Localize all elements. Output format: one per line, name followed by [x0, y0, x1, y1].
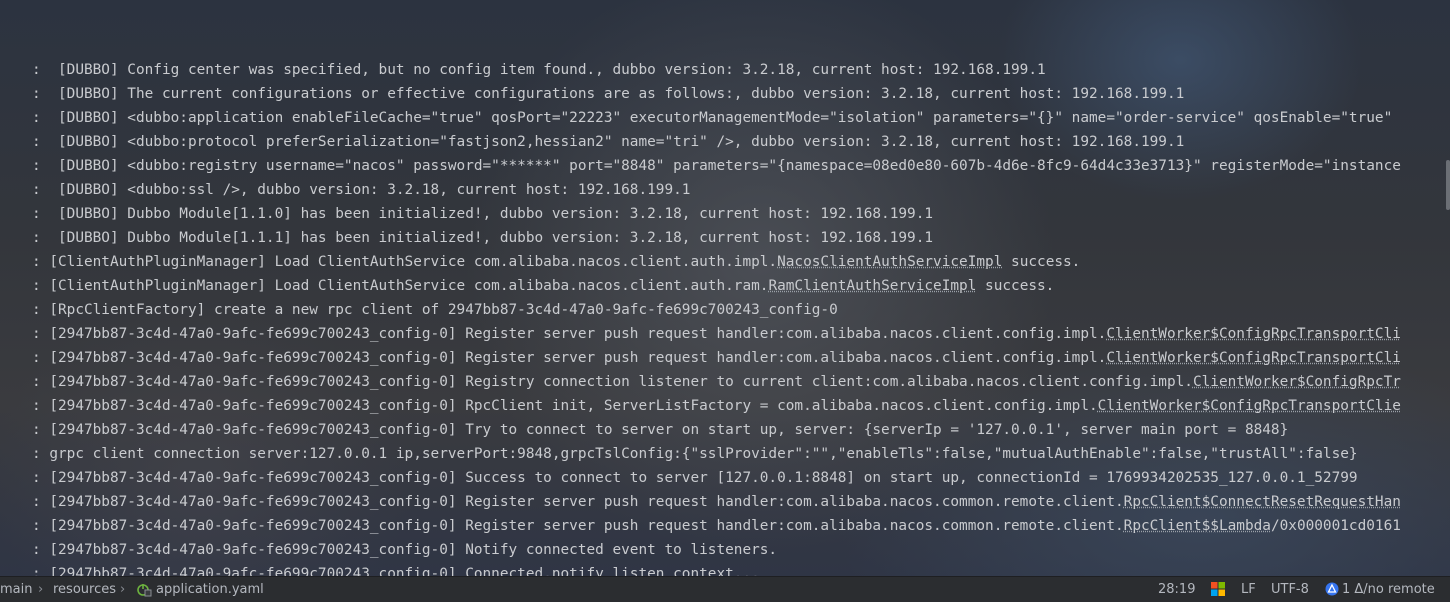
console-line: : [ClientAuthPluginManager] Load ClientA… [32, 274, 1054, 298]
console-line-text: : [DUBBO] Dubbo Module[1.1.1] has been i… [32, 230, 934, 246]
breadcrumb-separator-icon: › [38, 582, 44, 597]
console-line-text: : [2947bb87-3c4d-47a0-9afc-fe699c700243_… [32, 470, 1358, 486]
console-line-text: : [RpcClientFactory] create a new rpc cl… [32, 302, 838, 318]
console-line: : [2947bb87-3c4d-47a0-9afc-fe699c700243_… [32, 418, 1288, 442]
breadcrumb-module[interactable]: main [0, 582, 32, 597]
console-line: : [DUBBO] Dubbo Module[1.1.1] has been i… [32, 226, 933, 250]
console-line: : [2947bb87-3c4d-47a0-9afc-fe699c700243_… [32, 466, 1358, 490]
console-line-text: : [2947bb87-3c4d-47a0-9afc-fe699c700243_… [32, 494, 1124, 510]
console-line: : [DUBBO] The current configurations or … [32, 82, 1184, 106]
breadcrumb-separator-icon: › [120, 582, 126, 597]
console-line-text: : [DUBBO] <dubbo:registry username="naco… [32, 158, 1401, 174]
spring-yaml-icon [136, 581, 152, 598]
class-link[interactable]: RpcClient$ConnectResetRequestHan [1124, 494, 1401, 510]
caret-position[interactable]: 28:19 [1158, 582, 1195, 597]
class-link[interactable]: NacosClientAuthServiceImpl [777, 254, 1002, 270]
console-line-text: : [ClientAuthPluginManager] Load ClientA… [32, 254, 778, 270]
console-line: : [2947bb87-3c4d-47a0-9afc-fe699c700243_… [32, 322, 1401, 346]
console-line-text: : [DUBBO] <dubbo:application enableFileC… [32, 110, 1393, 126]
console-line-text: : [2947bb87-3c4d-47a0-9afc-fe699c700243_… [32, 374, 1193, 390]
class-link[interactable]: ClientWorker$ConfigRpcTransportClie [1098, 398, 1401, 414]
console-line: : [2947bb87-3c4d-47a0-9afc-fe699c700243_… [32, 394, 1401, 418]
status-bar: main › resources › application.yaml 28:1… [0, 576, 1450, 602]
git-branch-icon [1324, 581, 1340, 598]
vertical-scrollbar-thumb[interactable] [1446, 160, 1450, 210]
console-line: : grpc client connection server:127.0.0.… [32, 442, 1358, 466]
console-line: : [2947bb87-3c4d-47a0-9afc-fe699c700243_… [32, 562, 760, 577]
console-line-text: success. [1002, 254, 1081, 270]
vcs-status[interactable]: 1 Δ/no remote [1342, 582, 1435, 597]
console-line-text: : [DUBBO] <dubbo:protocol preferSerializ… [32, 134, 1185, 150]
console-line-text: : [ClientAuthPluginManager] Load ClientA… [32, 278, 769, 294]
file-encoding[interactable]: UTF-8 [1271, 582, 1309, 597]
console-line: : [DUBBO] Dubbo Module[1.1.0] has been i… [32, 202, 933, 226]
console-line: : [DUBBO] <dubbo:application enableFileC… [32, 106, 1392, 130]
windows-icon[interactable] [1210, 581, 1226, 598]
console-line: : [ClientAuthPluginManager] Load ClientA… [32, 250, 1080, 274]
console-line: : [2947bb87-3c4d-47a0-9afc-fe699c700243_… [32, 370, 1401, 394]
console-line-text: /0x000001cd0161 [1270, 518, 1401, 534]
console-line-text: : [2947bb87-3c4d-47a0-9afc-fe699c700243_… [32, 518, 1124, 534]
console-line: : [2947bb87-3c4d-47a0-9afc-fe699c700243_… [32, 538, 777, 562]
class-link[interactable]: RamClientAuthServiceImpl [768, 278, 976, 294]
console-line-text: : [DUBBO] Config center was specified, b… [32, 62, 1046, 78]
console-line-text: : [DUBBO] The current configurations or … [32, 86, 1185, 102]
class-link[interactable]: ClientWorker$ConfigRpcTransportCli [1106, 326, 1401, 342]
console-line-text: : [2947bb87-3c4d-47a0-9afc-fe699c700243_… [32, 422, 1289, 438]
console-line-text: : [DUBBO] Dubbo Module[1.1.0] has been i… [32, 206, 934, 222]
console-line: : [DUBBO] <dubbo:protocol preferSerializ… [32, 130, 1184, 154]
console-line: : [RpcClientFactory] create a new rpc cl… [32, 298, 838, 322]
console-line-text: success. [976, 278, 1055, 294]
console-line: : [DUBBO] Config center was specified, b… [32, 58, 1046, 82]
run-console-output[interactable]: : [DUBBO] Config center was specified, b… [0, 58, 1450, 577]
console-line: : [DUBBO] <dubbo:registry username="naco… [32, 154, 1401, 178]
class-link[interactable]: ClientWorker$ConfigRpcTransportCli [1106, 350, 1401, 366]
breadcrumb-folder[interactable]: resources [53, 582, 116, 597]
console-line-text: : [2947bb87-3c4d-47a0-9afc-fe699c700243_… [32, 326, 1107, 342]
console-line-text: : grpc client connection server:127.0.0.… [32, 446, 1358, 462]
console-line-text: : [2947bb87-3c4d-47a0-9afc-fe699c700243_… [32, 398, 1098, 414]
console-line-text: : [2947bb87-3c4d-47a0-9afc-fe699c700243_… [32, 542, 778, 558]
class-link[interactable]: ClientWorker$ConfigRpcTr [1193, 374, 1401, 390]
console-line-text: : [2947bb87-3c4d-47a0-9afc-fe699c700243_… [32, 350, 1107, 366]
console-line-text: : [DUBBO] <dubbo:ssl />, dubbo version: … [32, 182, 691, 198]
breadcrumb-file[interactable]: application.yaml [156, 582, 264, 597]
line-separator[interactable]: LF [1241, 582, 1256, 597]
console-line: : [2947bb87-3c4d-47a0-9afc-fe699c700243_… [32, 490, 1401, 514]
console-line: : [2947bb87-3c4d-47a0-9afc-fe699c700243_… [32, 346, 1401, 370]
console-line: : [2947bb87-3c4d-47a0-9afc-fe699c700243_… [32, 514, 1401, 538]
console-line: : [DUBBO] <dubbo:ssl />, dubbo version: … [32, 178, 690, 202]
class-link[interactable]: RpcClient$$Lambda [1124, 518, 1271, 534]
